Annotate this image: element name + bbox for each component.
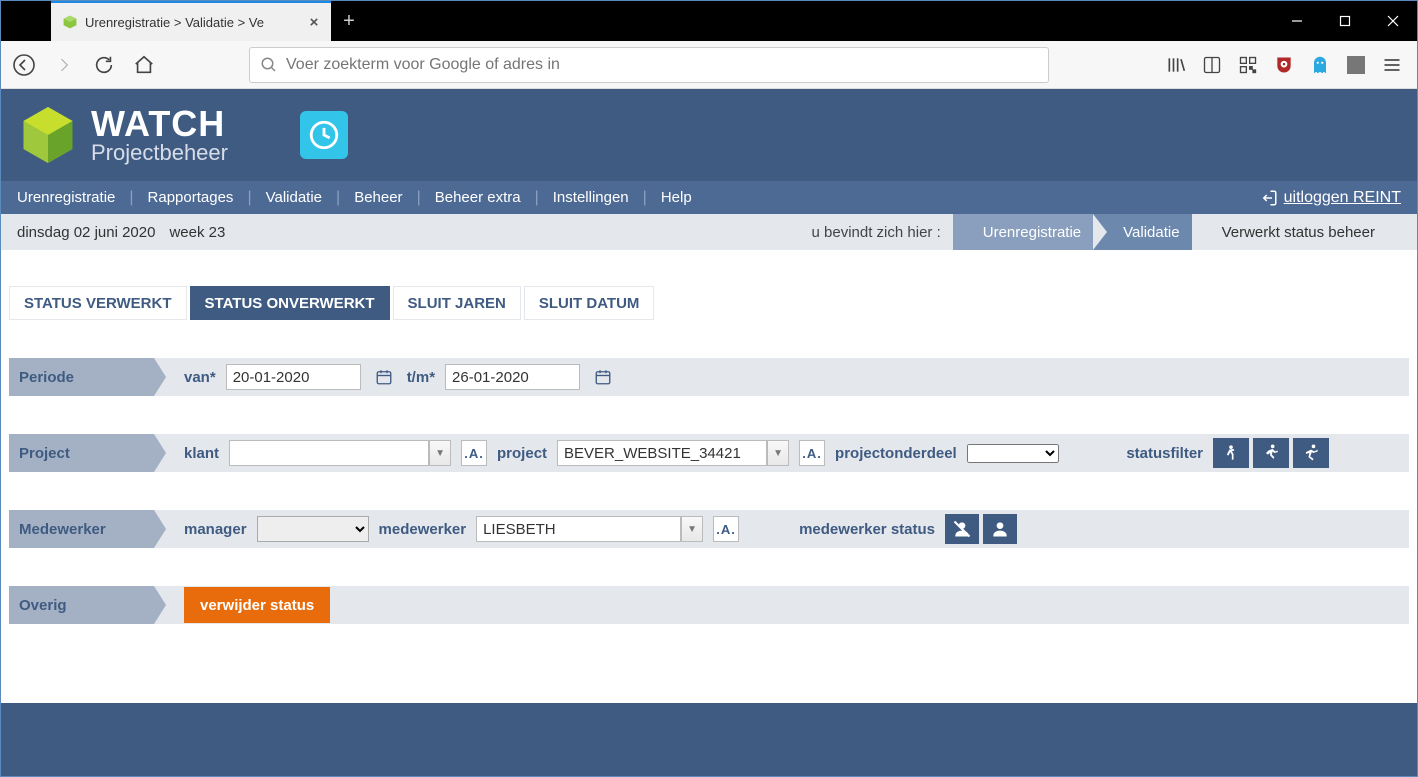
input-tm-date[interactable] [445, 364, 580, 390]
tab-status-onverwerkt[interactable]: STATUS ONVERWERKT [190, 286, 390, 320]
medewerker-status-any-icon[interactable] [945, 514, 979, 544]
nav-item-help[interactable]: Help [661, 189, 692, 206]
label-medewerker: medewerker [379, 521, 467, 538]
nav-item-urenregistratie[interactable]: Urenregistratie [17, 189, 115, 206]
search-icon [260, 56, 278, 74]
label-van: van* [184, 369, 216, 386]
window-minimize-icon[interactable] [1273, 1, 1321, 41]
label-manager: manager [184, 521, 247, 538]
statusfilter-walk-icon[interactable] [1213, 438, 1249, 468]
label-klant: klant [184, 445, 219, 462]
statusfilter-run-icon[interactable] [1253, 438, 1289, 468]
label-project: project [497, 445, 547, 462]
menu-icon[interactable] [1381, 54, 1403, 76]
medewerker-status-active-icon[interactable] [983, 514, 1017, 544]
info-bar: dinsdag 02 juni 2020 week 23 u bevindt z… [1, 214, 1417, 250]
calendar-icon[interactable] [590, 364, 616, 390]
nav-item-instellingen[interactable]: Instellingen [553, 189, 629, 206]
window-titlebar: Urenregistratie > Validatie > Ve × + [1, 1, 1417, 41]
statusfilter-sprint-icon[interactable] [1293, 438, 1329, 468]
url-bar[interactable] [249, 47, 1049, 83]
list-icon[interactable]: .A. [799, 440, 825, 466]
current-week: week 23 [169, 224, 225, 241]
window-maximize-icon[interactable] [1321, 1, 1369, 41]
list-icon[interactable]: .A. [713, 516, 739, 542]
breadcrumb: Verwerkt status beheer [1192, 214, 1401, 250]
browser-toolbar [1, 41, 1417, 89]
row-medewerker: Medewerker manager medewerker ▼ .A. mede… [9, 510, 1409, 548]
label-projectonderdeel: projectonderdeel [835, 445, 957, 462]
tab-sluit-datum[interactable]: SLUIT DATUM [524, 286, 655, 320]
label-medewerker-status: medewerker status [799, 521, 935, 538]
row-project: Project klant ▼ .A. project ▼ .A. projec… [9, 434, 1409, 472]
nav-item-rapportages[interactable]: Rapportages [148, 189, 234, 206]
reader-icon[interactable] [1201, 54, 1223, 76]
row-head-periode: Periode [9, 358, 154, 396]
footer-bar [1, 703, 1417, 776]
input-medewerker[interactable] [476, 516, 681, 542]
logout-link[interactable]: uitloggen REINT [1260, 189, 1401, 207]
tab-sluit-jaren[interactable]: SLUIT JAREN [393, 286, 521, 320]
browser-tab[interactable]: Urenregistratie > Validatie > Ve × [51, 1, 331, 41]
input-van-date[interactable] [226, 364, 361, 390]
tab-status-verwerkt[interactable]: STATUS VERWERKT [9, 286, 187, 320]
app-header: WATCH Projectbeheer [1, 89, 1417, 181]
browser-tab-title: Urenregistratie > Validatie > Ve [85, 15, 301, 30]
brand-subtitle: Projectbeheer [91, 142, 228, 164]
window-close-icon[interactable] [1369, 1, 1417, 41]
logout-label: uitloggen REINT [1284, 189, 1401, 207]
dropdown-icon[interactable]: ▼ [681, 516, 703, 542]
select-projectonderdeel[interactable] [967, 444, 1059, 463]
forward-button[interactable] [49, 50, 79, 80]
ublock-icon[interactable] [1273, 54, 1295, 76]
list-icon[interactable]: .A. [461, 440, 487, 466]
brand-title: WATCH [91, 106, 228, 142]
logout-icon [1260, 189, 1278, 207]
main-nav: Urenregistratie| Rapportages| Validatie|… [1, 181, 1417, 214]
home-button[interactable] [129, 50, 159, 80]
breadcrumb-intro: u bevindt zich hier : [812, 224, 941, 241]
clock-icon[interactable] [300, 111, 348, 159]
dropdown-icon[interactable]: ▼ [767, 440, 789, 466]
row-head-overig: Overig [9, 586, 154, 624]
label-tm: t/m* [407, 369, 435, 386]
tab-favicon-icon [61, 13, 79, 31]
grey-box-icon[interactable] [1345, 54, 1367, 76]
row-head-project: Project [9, 434, 154, 472]
logo-icon [13, 100, 83, 170]
ghost-icon[interactable] [1309, 54, 1331, 76]
row-head-medewerker: Medewerker [9, 510, 154, 548]
library-icon[interactable] [1165, 54, 1187, 76]
input-project[interactable] [557, 440, 767, 466]
breadcrumb[interactable]: Urenregistratie [953, 214, 1107, 250]
row-overig: Overig verwijder status [9, 586, 1409, 624]
back-button[interactable] [9, 50, 39, 80]
current-date: dinsdag 02 juni 2020 [17, 224, 155, 241]
nav-item-beheer[interactable]: Beheer [354, 189, 402, 206]
row-periode: Periode van* t/m* [9, 358, 1409, 396]
nav-item-beheer-extra[interactable]: Beheer extra [435, 189, 521, 206]
breadcrumb[interactable]: Validatie [1093, 214, 1205, 250]
url-input[interactable] [286, 56, 1038, 74]
calendar-icon[interactable] [371, 364, 397, 390]
remove-status-button[interactable]: verwijder status [184, 587, 330, 623]
tab-close-icon[interactable]: × [307, 15, 321, 29]
nav-item-validatie[interactable]: Validatie [266, 189, 322, 206]
label-statusfilter: statusfilter [1126, 445, 1203, 462]
content-area: STATUS VERWERKT STATUS ONVERWERKT SLUIT … [1, 250, 1417, 634]
reload-button[interactable] [89, 50, 119, 80]
select-manager[interactable] [257, 516, 369, 542]
dropdown-icon[interactable]: ▼ [429, 440, 451, 466]
tabs: STATUS VERWERKT STATUS ONVERWERKT SLUIT … [9, 286, 1409, 320]
input-klant[interactable] [229, 440, 429, 466]
qr-icon[interactable] [1237, 54, 1259, 76]
new-tab-button[interactable]: + [331, 1, 367, 41]
